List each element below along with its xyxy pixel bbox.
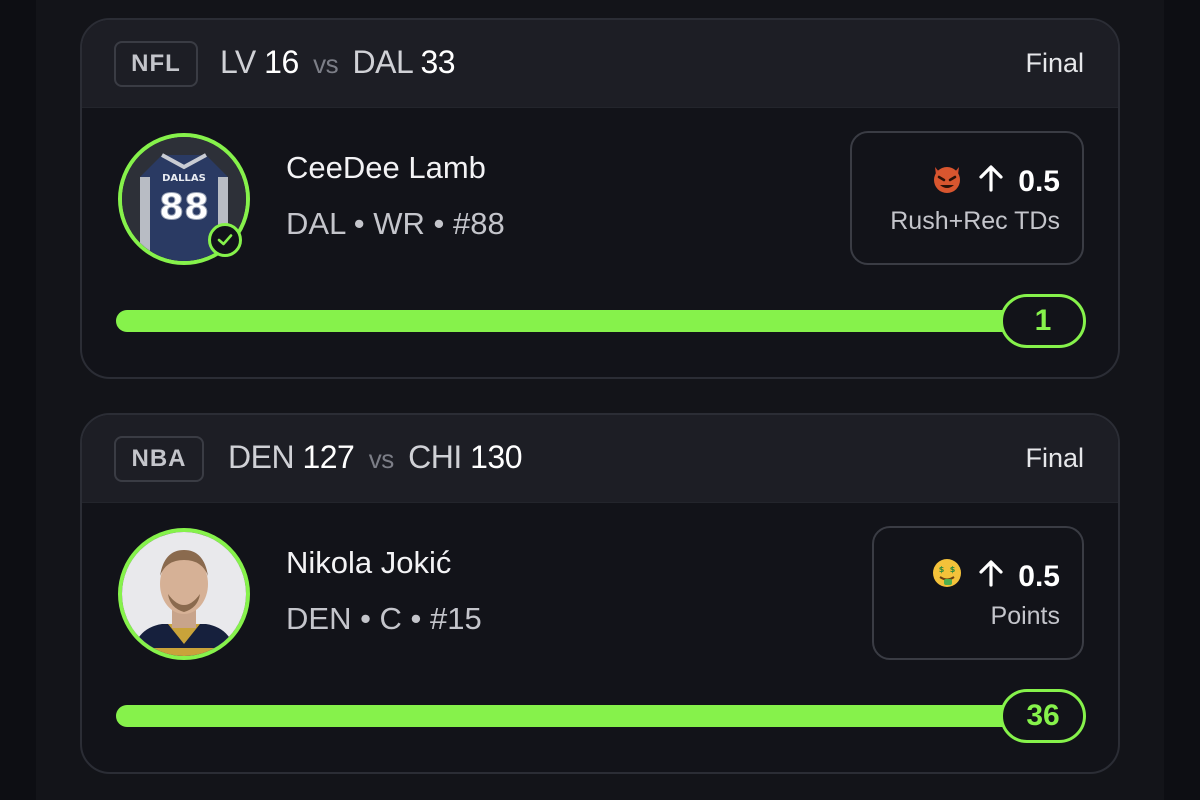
pick-line: 0.5 bbox=[930, 161, 1060, 203]
money-mouth-emoji-icon: $ $ bbox=[930, 556, 964, 598]
score2: 33 bbox=[420, 44, 456, 80]
card-header: NFL LV 16 vs DAL 33 Final bbox=[82, 20, 1118, 108]
devil-face-emoji-icon bbox=[930, 161, 964, 203]
score1: 127 bbox=[302, 439, 355, 475]
matchup: LV 16 vs DAL 33 bbox=[220, 44, 456, 81]
card-header: NBA DEN 127 vs CHI 130 Final bbox=[82, 415, 1118, 503]
result-pill: 1 bbox=[1000, 294, 1086, 348]
score2: 130 bbox=[470, 439, 523, 475]
progress-fill bbox=[116, 310, 1050, 332]
team1: DEN bbox=[228, 439, 295, 475]
pick-line-value: 0.5 bbox=[1018, 560, 1060, 593]
matchup: DEN 127 vs CHI 130 bbox=[228, 439, 523, 476]
team2: CHI bbox=[408, 439, 462, 475]
progress-fill bbox=[116, 705, 1050, 727]
vs-label: vs bbox=[313, 49, 339, 79]
svg-text:88: 88 bbox=[159, 187, 209, 228]
player-meta: DEN • C • #15 bbox=[286, 601, 482, 636]
arrow-up-icon bbox=[976, 558, 1006, 596]
pick-box[interactable]: $ $ 0.5 Points bbox=[872, 526, 1084, 660]
pick-stat: Rush+Rec TDs bbox=[890, 207, 1060, 235]
pick-line-value: 0.5 bbox=[1018, 165, 1060, 198]
league-badge: NBA bbox=[114, 436, 204, 482]
arrow-up-icon bbox=[976, 163, 1006, 201]
score1: 16 bbox=[264, 44, 299, 80]
pick-box[interactable]: 0.5 Rush+Rec TDs bbox=[850, 131, 1084, 265]
player-avatar[interactable] bbox=[118, 528, 250, 660]
player-name: Nikola Jokić bbox=[286, 545, 452, 580]
svg-text:$: $ bbox=[950, 565, 956, 574]
pick-card[interactable]: NBA DEN 127 vs CHI 130 Final Nikola Joki… bbox=[80, 413, 1120, 774]
league-badge: NFL bbox=[114, 41, 198, 87]
svg-text:$: $ bbox=[939, 565, 945, 574]
team2: DAL bbox=[352, 44, 413, 80]
player-meta: DAL • WR • #88 bbox=[286, 206, 505, 241]
check-circle-icon bbox=[208, 223, 242, 257]
result-pill: 36 bbox=[1000, 689, 1086, 743]
vs-label: vs bbox=[368, 444, 395, 474]
team1: LV bbox=[220, 44, 256, 80]
game-status: Final bbox=[1025, 48, 1084, 78]
game-status: Final bbox=[1025, 443, 1084, 473]
progress-track bbox=[116, 705, 1050, 727]
progress-track bbox=[116, 310, 1050, 332]
pick-card[interactable]: NFL LV 16 vs DAL 33 Final DALLAS 88 CeeD… bbox=[80, 18, 1120, 379]
pick-line: $ $ 0.5 bbox=[930, 556, 1060, 598]
svg-text:DALLAS: DALLAS bbox=[162, 173, 206, 184]
player-name: CeeDee Lamb bbox=[286, 150, 486, 185]
pick-stat: Points bbox=[990, 602, 1060, 630]
